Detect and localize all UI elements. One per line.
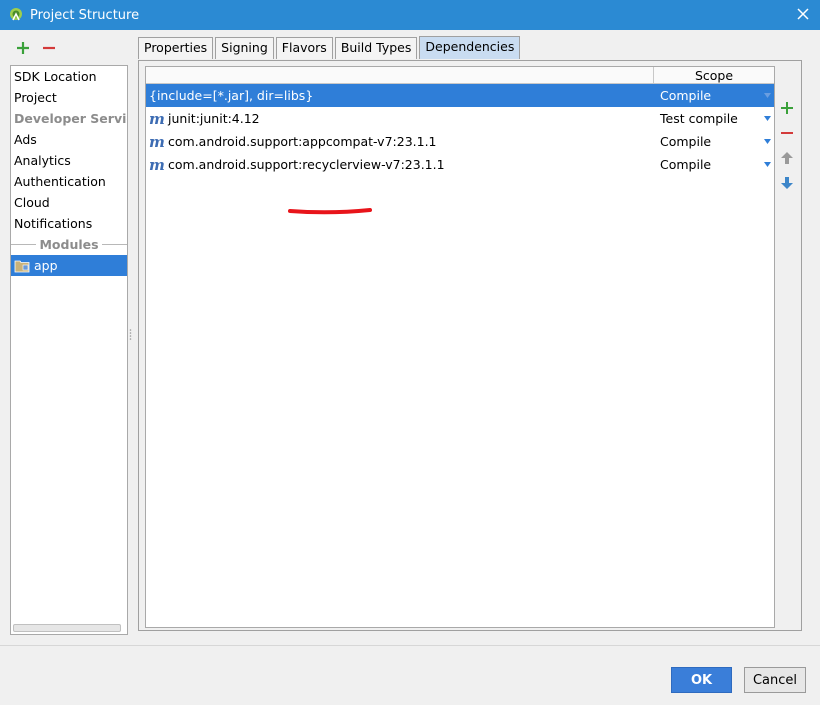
scope-dropdown[interactable] xyxy=(760,107,774,130)
chevron-down-icon xyxy=(763,162,771,167)
red-underline-annotation xyxy=(288,208,372,215)
close-icon[interactable] xyxy=(794,5,812,23)
add-dependency-button[interactable] xyxy=(779,99,795,116)
dialog-body: SDK Location Project Developer Services … xyxy=(0,30,820,645)
nav-horizontal-scrollbar[interactable] xyxy=(13,624,121,632)
move-down-button[interactable] xyxy=(779,174,795,191)
plus-icon xyxy=(781,101,793,114)
table-header: Scope xyxy=(146,67,774,84)
maven-icon: m xyxy=(149,132,165,151)
android-studio-logo-icon xyxy=(10,8,22,21)
remove-dependency-button[interactable] xyxy=(779,124,795,141)
column-header-dependency[interactable] xyxy=(146,67,654,83)
nav-item-cloud[interactable]: Cloud xyxy=(11,192,127,213)
scope-value[interactable]: Test compile xyxy=(654,111,760,126)
nav-item-sdk-location[interactable]: SDK Location xyxy=(11,66,127,87)
dependency-name: com.android.support:recyclerview-v7:23.1… xyxy=(168,157,445,172)
splitter-grip-icon[interactable] xyxy=(129,328,132,342)
tab-dependencies[interactable]: Dependencies xyxy=(419,36,521,59)
window-title: Project Structure xyxy=(30,7,140,23)
tab-flavors[interactable]: Flavors xyxy=(275,37,333,59)
cancel-button[interactable]: Cancel xyxy=(744,667,806,693)
chevron-down-icon xyxy=(763,139,771,144)
title-bar: Project Structure xyxy=(0,0,820,30)
table-row[interactable]: m com.android.support:recyclerview-v7:23… xyxy=(146,153,774,176)
ok-button[interactable]: OK xyxy=(671,667,732,693)
chevron-down-icon xyxy=(763,93,771,98)
add-module-button[interactable] xyxy=(14,39,32,57)
dependencies-toolbar xyxy=(779,99,795,191)
minus-icon xyxy=(781,131,793,134)
scope-dropdown[interactable] xyxy=(760,153,774,176)
dependency-name: com.android.support:appcompat-v7:23.1.1 xyxy=(168,134,437,149)
chevron-down-icon xyxy=(763,116,771,121)
nav-item-ads[interactable]: Ads xyxy=(11,129,127,150)
dependencies-table: Scope {include=[*.jar], dir=libs} Compil… xyxy=(145,66,775,628)
table-row[interactable]: m junit:junit:4.12 Test compile xyxy=(146,107,774,130)
scope-value[interactable]: Compile xyxy=(654,134,760,149)
maven-icon: m xyxy=(149,109,165,128)
arrow-up-icon xyxy=(781,151,793,164)
remove-module-button[interactable] xyxy=(40,39,58,57)
nav-item-module-app[interactable]: app xyxy=(11,255,127,276)
maven-icon: m xyxy=(149,155,165,174)
minus-icon xyxy=(43,46,55,50)
nav-item-authentication[interactable]: Authentication xyxy=(11,171,127,192)
scope-value[interactable]: Compile xyxy=(654,88,760,103)
scope-dropdown[interactable] xyxy=(760,84,774,107)
column-header-scope[interactable]: Scope xyxy=(654,67,774,83)
dependency-name: junit:junit:4.12 xyxy=(168,111,260,126)
arrow-down-icon xyxy=(781,176,793,189)
move-up-button[interactable] xyxy=(779,149,795,166)
tab-signing[interactable]: Signing xyxy=(215,37,274,59)
dialog-footer: OK Cancel xyxy=(0,645,820,705)
nav-item-notifications[interactable]: Notifications xyxy=(11,213,127,234)
dependencies-panel: Scope {include=[*.jar], dir=libs} Compil… xyxy=(138,60,802,631)
table-row[interactable]: m com.android.support:appcompat-v7:23.1.… xyxy=(146,130,774,153)
tab-build-types[interactable]: Build Types xyxy=(334,37,418,59)
plus-icon xyxy=(17,42,29,54)
left-toolbar xyxy=(14,39,58,57)
developer-services-header: Developer Services xyxy=(14,111,127,126)
scope-dropdown[interactable] xyxy=(760,130,774,153)
dependency-name: {include=[*.jar], dir=libs} xyxy=(149,88,314,103)
table-row[interactable]: {include=[*.jar], dir=libs} Compile xyxy=(146,84,774,107)
tab-properties[interactable]: Properties xyxy=(138,37,214,59)
modules-header: Modules xyxy=(39,237,99,252)
nav-item-project[interactable]: Project xyxy=(11,87,127,108)
nav-item-analytics[interactable]: Analytics xyxy=(11,150,127,171)
project-structure-nav: SDK Location Project Developer Services … xyxy=(10,65,128,635)
tab-bar: Properties Signing Flavors Build Types D… xyxy=(138,36,522,59)
modules-separator: Modules xyxy=(11,234,127,255)
scope-value[interactable]: Compile xyxy=(654,157,760,172)
module-folder-icon xyxy=(14,260,30,272)
